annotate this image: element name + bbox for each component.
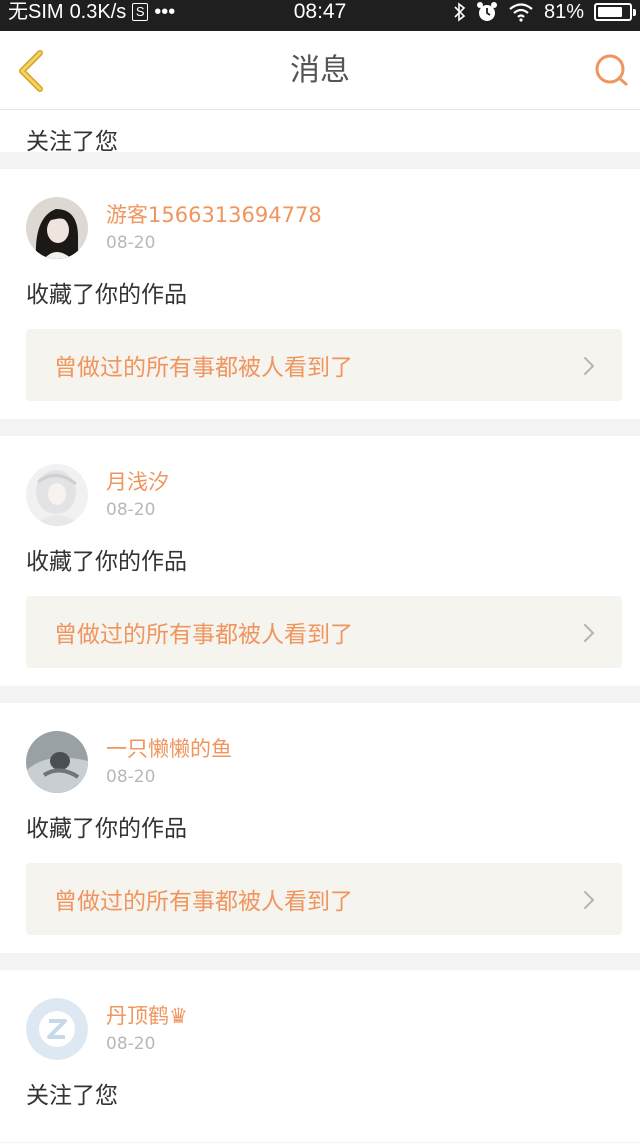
work-title: 曾做过的所有事都被人看到了 [54,889,353,915]
message-action-text: 收藏了你的作品 [26,282,187,308]
nav-bar: 消息 [0,31,640,110]
bluetooth-icon [454,2,466,22]
avatar[interactable] [26,998,88,1060]
page-title: 消息 [290,53,350,88]
avatar-image [26,197,88,259]
message-date: 08-20 [106,233,156,253]
message-date: 08-20 [106,500,156,520]
battery-tip [633,9,636,16]
username[interactable]: 月浅汐 [106,468,169,496]
message-card: 丹顶鹤♛ 08-20 关注了您 [0,970,640,1142]
search-button[interactable] [592,51,632,91]
message-date: 08-20 [106,767,156,787]
work-title: 曾做过的所有事都被人看到了 [54,355,353,381]
message-user-row: 月浅汐 08-20 [26,464,622,526]
status-right: 81% [454,0,636,24]
message-list: 关注了您 游客1566313694778 08-20 收藏了你的作品 曾做过的所… [0,110,640,1142]
default-avatar-icon [26,998,88,1060]
work-link[interactable]: 曾做过的所有事都被人看到了 [26,329,622,401]
chevron-right-icon [584,357,595,375]
message-card: 一只懒懒的鱼 08-20 收藏了你的作品 曾做过的所有事都被人看到了 [0,703,640,953]
chevron-right-icon [584,624,595,642]
message-card: 关注了您 [0,110,640,155]
message-action-text: 收藏了你的作品 [26,549,187,575]
message-date: 08-20 [106,1034,156,1054]
search-icon [595,54,628,86]
battery-fill [598,7,623,17]
crown-icon: ♛ [169,1004,188,1028]
message-user-row: 一只懒懒的鱼 08-20 [26,731,622,793]
work-link[interactable]: 曾做过的所有事都被人看到了 [26,863,622,935]
message-action-text: 收藏了你的作品 [26,816,187,842]
message-action-text: 关注了您 [26,1083,118,1109]
status-bar: 无SIM 0.3K/s S ••• 08:47 81% [0,0,640,31]
message-card: 月浅汐 08-20 收藏了你的作品 曾做过的所有事都被人看到了 [0,436,640,686]
alarm-icon [476,2,497,21]
chevron-right-icon [584,891,595,909]
message-user-row: 游客1566313694778 08-20 [26,197,622,259]
avatar[interactable] [26,731,88,793]
avatar[interactable] [26,464,88,526]
work-link[interactable]: 曾做过的所有事都被人看到了 [26,596,622,668]
battery-percent: 81% [543,1,584,23]
avatar[interactable] [26,197,88,259]
battery-icon [594,3,636,21]
message-action-text: 关注了您 [26,129,118,155]
wifi-icon [509,3,533,22]
message-card: 游客1566313694778 08-20 收藏了你的作品 曾做过的所有事都被人… [0,169,640,419]
username[interactable]: 一只懒懒的鱼 [106,735,232,763]
username[interactable]: 游客1566313694778 [106,201,322,229]
username[interactable]: 丹顶鹤 [106,1004,169,1028]
avatar-image [26,464,88,526]
avatar-image [26,731,88,793]
work-title: 曾做过的所有事都被人看到了 [54,622,353,648]
message-user-row: 丹顶鹤♛ 08-20 [26,998,622,1060]
